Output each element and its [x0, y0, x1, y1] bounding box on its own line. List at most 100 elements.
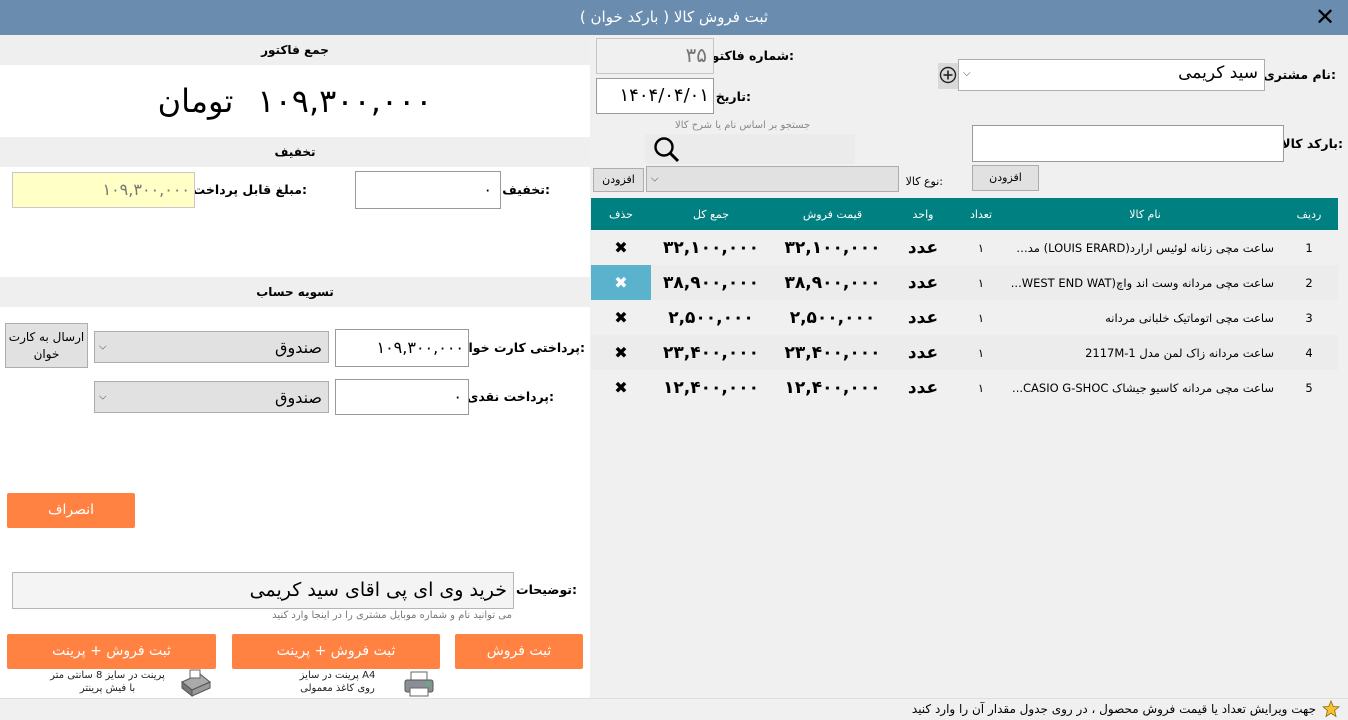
search-hint: جستجو بر اساس نام یا شرح کالا — [675, 120, 811, 131]
window-title: ثبت فروش کالا ( بارکد خوان ) — [579, 8, 769, 26]
add-customer-button[interactable] — [938, 63, 958, 89]
receipt-printer-icon — [178, 668, 212, 698]
col-delete: حذف — [591, 198, 651, 230]
card-payment-input[interactable]: ۱۰۹,۳۰۰,۰۰۰ — [335, 329, 469, 367]
delete-row-icon[interactable]: ✖ — [591, 300, 651, 335]
items-table: حذف جمع کل قیمت فروش واحد تعداد نام کالا… — [591, 198, 1338, 405]
delete-row-icon[interactable]: ✖ — [591, 370, 651, 405]
row-total: ۱۲,۴۰۰,۰۰۰ — [663, 377, 759, 398]
row-total: ۲,۵۰۰,۰۰۰ — [668, 307, 754, 328]
row-qty[interactable]: ۱ — [952, 230, 1010, 265]
row-name: ساعت مچی مردانه کاسیو جیشاک CASIO G-SHOC… — [1012, 380, 1274, 395]
notes-hint: می توانید نام و شماره موبایل مشتری را در… — [272, 610, 512, 621]
row-price[interactable]: ۲۳,۴۰۰,۰۰۰ — [771, 335, 894, 370]
status-text: جهت ویرایش تعداد یا قیمت فروش محصول ، در… — [911, 702, 1316, 716]
row-qty[interactable]: ۱ — [952, 265, 1010, 300]
a4-caption: پرینت در سایز A4 روی کاغذ معمولی — [280, 669, 395, 695]
chevron-down-icon: ⌵ — [651, 173, 659, 185]
chevron-down-icon: ⌵ — [99, 341, 107, 353]
row-unit: عدد — [907, 377, 939, 398]
a4-caption-line2: روی کاغذ معمولی — [300, 683, 375, 694]
cash-account-select[interactable]: ⌵ صندوق — [94, 381, 329, 413]
close-icon[interactable]: ✕ — [1312, 4, 1338, 30]
row-index: 4 — [1280, 335, 1338, 370]
date-field[interactable]: ۱۴۰۴/۰۴/۰۱ — [596, 78, 714, 114]
row-price[interactable]: ۳۸,۹۰۰,۰۰۰ — [771, 265, 894, 300]
star-icon — [1322, 700, 1340, 718]
invoice-total-currency: تومان — [157, 82, 234, 120]
row-price[interactable]: ۱۲,۴۰۰,۰۰۰ — [771, 370, 894, 405]
chevron-down-icon: ⌵ — [99, 391, 107, 403]
row-unit: عدد — [894, 335, 952, 370]
table-row[interactable]: ✖ ۲۳,۴۰۰,۰۰۰ ۲۳,۴۰۰,۰۰۰ عدد ۱ ساعت مردان… — [591, 335, 1338, 370]
product-search-input[interactable] — [645, 134, 855, 164]
cash-payment-label: پرداخت نقدی: — [466, 389, 554, 404]
card-account-select[interactable]: ⌵ صندوق — [94, 331, 329, 363]
col-total: جمع کل — [651, 198, 771, 230]
notes-input[interactable]: خرید وی ای پی اقای سید کریمی — [12, 572, 514, 609]
invoice-number-field: ۳۵ — [596, 38, 714, 74]
row-name: ساعت مچی مردانه وست اند واچ(WEST END WAT… — [1010, 265, 1280, 300]
left-panel: جمع فاکتور ۱۰۹,۳۰۰,۰۰۰ تومان تخفیف تخفیف… — [0, 35, 590, 698]
customer-select[interactable]: ⌵ سید کریمی — [958, 59, 1265, 91]
a4-caption-line1: پرینت در سایز A4 — [299, 670, 376, 681]
receipt-caption-line2: با فیش پرینتر — [79, 683, 136, 694]
card-account-value: صندوق — [275, 337, 322, 357]
table-header-row: حذف جمع کل قیمت فروش واحد تعداد نام کالا… — [591, 198, 1338, 230]
row-price[interactable]: ۲,۵۰۰,۰۰۰ — [771, 300, 894, 335]
delete-row-icon[interactable]: ✖ — [591, 230, 651, 265]
save-print-a4-button[interactable]: ثبت فروش + پرینت — [232, 634, 440, 669]
payable-label: مبلغ قابل پرداخت: — [192, 182, 307, 197]
date-label: تاریخ: — [715, 89, 751, 104]
customer-label: نام مشتری: — [1263, 67, 1336, 82]
settlement-header: تسویه حساب — [0, 277, 590, 307]
col-row: ردیف — [1280, 198, 1338, 230]
notes-label: توضیحات: — [516, 582, 577, 597]
payable-amount-field: ۱۰۹,۳۰۰,۰۰۰ — [12, 172, 195, 208]
title-bar: ثبت فروش کالا ( بارکد خوان ) ✕ — [0, 0, 1348, 35]
save-print-receipt-button[interactable]: ثبت فروش + پرینت — [7, 634, 216, 669]
chevron-down-icon: ⌵ — [963, 68, 971, 79]
add-barcode-button[interactable]: افزودن — [972, 165, 1039, 191]
row-index: 2 — [1280, 265, 1338, 300]
product-type-select[interactable]: ⌵ — [646, 166, 899, 192]
plus-circle-icon — [939, 66, 957, 84]
discount-input[interactable]: ۰ — [355, 171, 501, 209]
save-sale-button[interactable]: ثبت فروش — [455, 634, 583, 669]
add-product-type-button[interactable]: افزودن — [593, 168, 644, 192]
table-row[interactable]: ✖ ۱۲,۴۰۰,۰۰۰ ۱۲,۴۰۰,۰۰۰ عدد ۱ ساعت مچی م… — [591, 370, 1338, 405]
row-qty[interactable]: ۱ — [952, 370, 1010, 405]
invoice-total-header: جمع فاکتور — [0, 35, 590, 65]
cash-payment-input[interactable]: ۰ — [335, 379, 469, 415]
discount-label: تخفیف: — [502, 182, 550, 197]
status-bar: جهت ویرایش تعداد یا قیمت فروش محصول ، در… — [0, 698, 1348, 720]
table-row[interactable]: ✖ ۳۸,۹۰۰,۰۰۰ ۳۸,۹۰۰,۰۰۰ عدد ۱ ساعت مچی م… — [591, 265, 1338, 300]
row-total: ۳۸,۹۰۰,۰۰۰ — [651, 265, 771, 300]
delete-row-icon[interactable]: ✖ — [591, 335, 651, 370]
barcode-label: بارکد کالا: — [1281, 136, 1343, 151]
barcode-input[interactable] — [972, 125, 1284, 162]
row-qty[interactable]: ۱ — [952, 335, 1010, 370]
invoice-total: ۱۰۹,۳۰۰,۰۰۰ تومان — [0, 65, 590, 137]
row-price[interactable]: ۳۲,۱۰۰,۰۰۰ — [771, 230, 894, 265]
table-row[interactable]: ✖ ۲,۵۰۰,۰۰۰ ۲,۵۰۰,۰۰۰ عدد ۱ ساعت مچی اتو… — [591, 300, 1338, 335]
send-to-card-reader-button[interactable]: ارسال به کارت خوان — [5, 323, 88, 368]
col-qty: تعداد — [952, 198, 1010, 230]
table-row[interactable]: ✖ ۳۲,۱۰۰,۰۰۰ ۳۲,۱۰۰,۰۰۰ عدد ۱ ساعت مچی ز… — [591, 230, 1338, 265]
row-qty[interactable]: ۱ — [952, 300, 1010, 335]
discount-header: تخفیف — [0, 137, 590, 167]
receipt-caption: پرینت در سایز 8 سانتی متر با فیش پرینتر — [40, 669, 175, 695]
row-unit: عدد — [907, 237, 939, 258]
send-to-card-reader-label: ارسال به کارت خوان — [8, 330, 85, 361]
col-price: قیمت فروش — [771, 198, 894, 230]
cancel-button[interactable]: انصراف — [7, 493, 135, 528]
delete-row-icon[interactable]: ✖ — [591, 265, 651, 300]
row-index: 3 — [1305, 310, 1313, 325]
row-index: 5 — [1305, 380, 1313, 395]
row-name: ساعت مچی زنانه لوئیس ارارد(LOUIS ERARD) … — [1010, 240, 1274, 255]
invoice-total-amount: ۱۰۹,۳۰۰,۰۰۰ — [257, 82, 433, 120]
row-name: ساعت مردانه زاک لمن مدل 2117M-1 — [1010, 335, 1280, 370]
col-name: نام کالا — [1010, 198, 1280, 230]
row-name: ساعت مچی اتوماتیک خلبانی مردانه — [1105, 310, 1274, 325]
card-payment-label: پرداختی کارت خوان: — [457, 340, 585, 355]
